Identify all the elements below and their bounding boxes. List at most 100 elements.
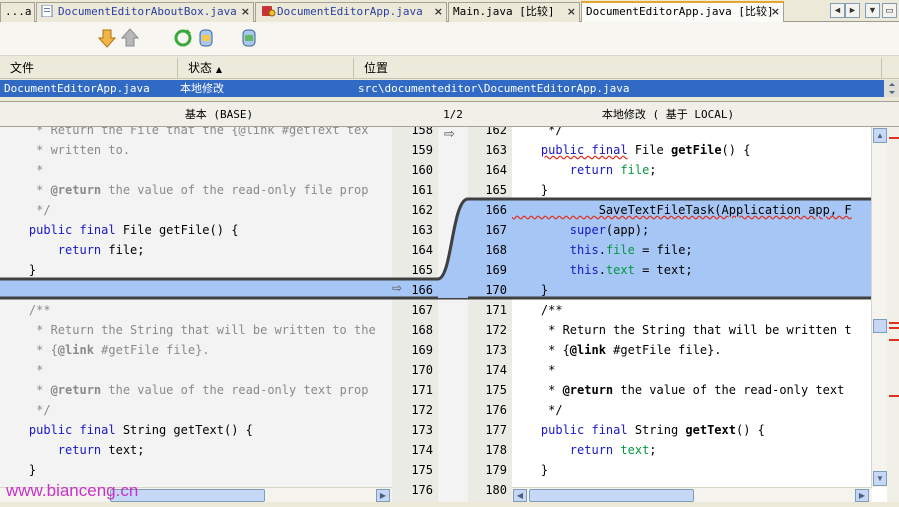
next-tab-button[interactable]: ►	[845, 3, 860, 18]
scrollbar-thumb[interactable]	[529, 489, 694, 502]
next-difference-button[interactable]	[96, 27, 118, 49]
code-line: *	[0, 363, 44, 377]
base-line-numbers: 158 159 160 161 162 163 164 165 166 167 …	[392, 127, 438, 502]
arrow-down-icon	[97, 29, 117, 48]
editor-tab-bar: ...a DocumentEditorAboutBox.java × Docum…	[0, 0, 899, 23]
cell-location: src\documenteditor\DocumentEditorApp.jav…	[358, 82, 630, 95]
commit-button[interactable]	[238, 27, 260, 49]
tab-label: Main.java [比较]	[453, 5, 555, 18]
tab-documenteditoraboutbox[interactable]: DocumentEditorAboutBox.java ×	[36, 2, 254, 22]
code-line: super(app);	[569, 223, 650, 237]
code-line: */	[512, 127, 563, 137]
close-icon[interactable]: ×	[241, 3, 250, 21]
code-line: * @return the value of the read-only tex…	[0, 383, 369, 397]
code-line: /**	[0, 303, 51, 317]
table-row[interactable]: DocumentEditorApp.java 本地修改 src\document…	[0, 80, 884, 97]
tab-documenteditorapp[interactable]: DocumentEditorApp.java ×	[255, 2, 447, 22]
tab-label: DocumentEditorApp.java	[277, 5, 423, 18]
column-header-status[interactable]: 状态 ▲	[178, 58, 354, 79]
java-class-icon	[260, 5, 276, 17]
vertical-scrollbar[interactable]: ▲ ▼	[871, 127, 887, 487]
line-number: 176	[411, 483, 433, 497]
line-number: 163	[411, 223, 433, 237]
error-mark[interactable]	[889, 327, 899, 329]
line-number: 177	[485, 423, 507, 437]
code-line: */	[0, 403, 51, 417]
code-line: this.text = text;	[569, 263, 693, 277]
line-number: 167	[485, 223, 507, 237]
code-line: return text;	[569, 443, 657, 457]
diff-toolbar	[0, 22, 899, 56]
scroll-up-icon[interactable]: ▲	[873, 128, 887, 143]
line-number: 170	[411, 363, 433, 377]
line-number: 165	[411, 263, 433, 277]
column-header-file[interactable]: 文件	[0, 58, 178, 79]
scrollbar-thumb[interactable]	[873, 319, 887, 333]
code-line: /**	[512, 303, 563, 317]
difference-counter: 1/2	[443, 108, 463, 121]
line-number: 173	[411, 423, 433, 437]
tab-truncated[interactable]: ...a	[0, 2, 35, 22]
line-number: 161	[411, 183, 433, 197]
export-button[interactable]	[195, 27, 217, 49]
line-number: 160	[411, 163, 433, 177]
previous-tab-button[interactable]: ◄	[830, 3, 845, 18]
apply-change-arrow-icon[interactable]: ⇨	[444, 127, 455, 142]
scroll-left-icon[interactable]: ◀	[513, 489, 527, 502]
scroll-right-icon[interactable]: ▶	[855, 489, 869, 502]
current-difference-arrow-icon[interactable]: ⇨	[392, 280, 402, 297]
tab-documenteditorapp-compare[interactable]: DocumentEditorApp.java [比较] ×	[581, 1, 784, 23]
line-number: 171	[485, 303, 507, 317]
error-mark[interactable]	[889, 395, 899, 397]
tab-label: ...a	[5, 5, 32, 18]
code-line: }	[0, 463, 37, 477]
column-label: 状态	[188, 61, 213, 75]
table-scrollbar[interactable]	[884, 80, 899, 97]
code-line: public final File getFile() {	[28, 223, 239, 237]
local-pane-title: 本地修改 ( 基于 LOCAL)	[601, 108, 735, 121]
scroll-right-icon[interactable]: ▶	[376, 489, 390, 502]
code-line: * {@link #getFile file}.	[512, 343, 722, 357]
error-mark[interactable]	[889, 339, 899, 341]
scroll-down-icon[interactable]: ▼	[873, 471, 887, 486]
close-icon[interactable]: ×	[771, 3, 780, 21]
close-icon[interactable]: ×	[567, 3, 576, 21]
diff-gutter: ⇨	[438, 127, 468, 502]
line-number: 174	[485, 363, 507, 377]
column-header-location[interactable]: 位置	[354, 58, 882, 79]
restore-window-button[interactable]: ▭	[882, 3, 897, 18]
code-line: public final String getText() {	[540, 423, 765, 437]
base-code-pane[interactable]: * Return the File that the {@link #getTe…	[0, 127, 392, 487]
cell-status: 本地修改	[180, 82, 224, 95]
line-number: 173	[485, 343, 507, 357]
code-line: *	[512, 363, 556, 377]
local-code-pane[interactable]: */ public final File getFile() { return …	[512, 127, 872, 487]
tab-list-button[interactable]: ▼	[865, 3, 880, 18]
tab-main-compare[interactable]: Main.java [比较] ×	[448, 2, 580, 22]
local-horizontal-scrollbar[interactable]: ◀ ▶	[512, 487, 872, 502]
previous-difference-button[interactable]	[119, 27, 141, 49]
diff-view: * Return the File that the {@link #getTe…	[0, 127, 899, 502]
error-stripe[interactable]	[887, 127, 899, 502]
line-number: 164	[485, 163, 507, 177]
line-number: 158	[411, 127, 433, 137]
cell-file: DocumentEditorApp.java	[4, 82, 150, 95]
refresh-icon	[174, 29, 192, 47]
code-line: */	[512, 403, 563, 417]
watermark: www.bianceng.cn	[6, 481, 139, 500]
line-number: 169	[411, 343, 433, 357]
code-line: public final File getFile() {	[540, 143, 751, 157]
base-pane-title: 基本 (BASE)	[184, 108, 254, 121]
removed-line-highlight	[0, 280, 392, 297]
line-number: 168	[485, 243, 507, 257]
local-line-numbers: 162 163 164 165 166 167 168 169 170 171 …	[468, 127, 512, 502]
line-number: 168	[411, 323, 433, 337]
code-line: *	[0, 163, 44, 177]
refresh-button[interactable]	[172, 27, 194, 49]
code-line: return text;	[57, 443, 145, 457]
error-mark[interactable]	[889, 137, 899, 139]
code-line: */	[0, 203, 51, 217]
error-mark[interactable]	[889, 322, 899, 324]
line-number: 167	[411, 303, 433, 317]
close-icon[interactable]: ×	[434, 3, 443, 21]
